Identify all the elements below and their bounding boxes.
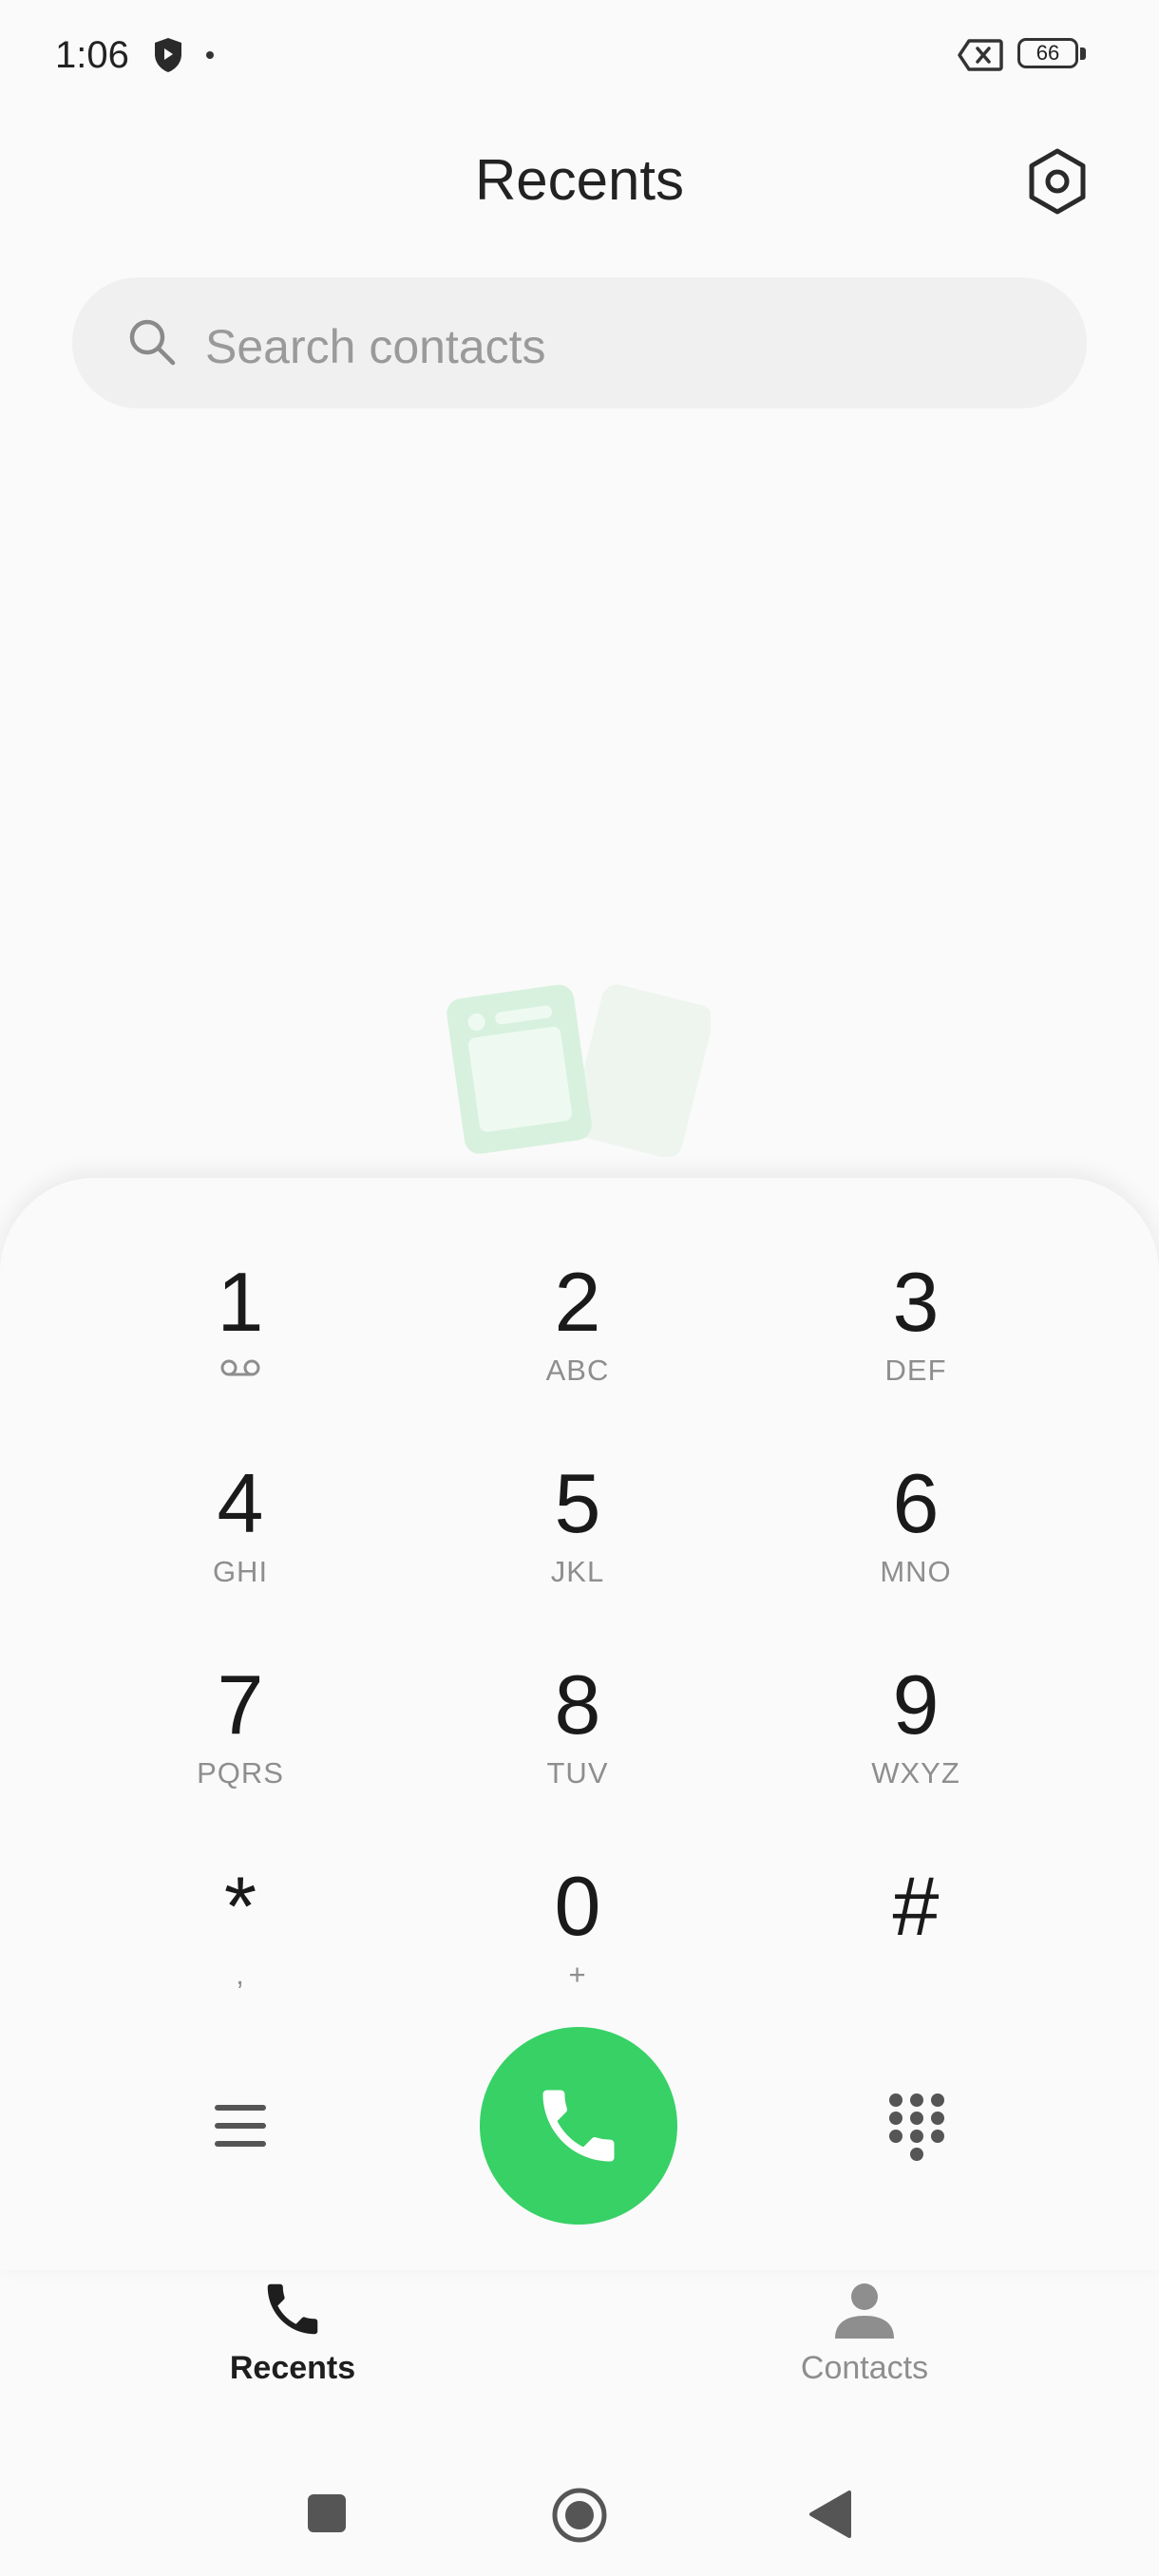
dialpad-key-1[interactable]: 1 [117, 1240, 364, 1430]
back-triangle-icon[interactable] [808, 2489, 853, 2540]
menu-icon[interactable] [211, 2099, 270, 2152]
recents-square-icon[interactable] [306, 2492, 348, 2534]
key-letters: , [236, 1958, 245, 1991]
key-digit: 1 [217, 1255, 264, 1349]
empty-recents-illustration [446, 984, 711, 1157]
dialer-screen: 1:06 66 Recents Search contacts 1 2 ABC … [0, 0, 1159, 2576]
key-letters: DEF [884, 1354, 947, 1387]
page-title: Recents [474, 148, 685, 212]
dialpad-key-0[interactable]: 0 + [454, 1844, 701, 2034]
key-digit: 4 [217, 1456, 264, 1550]
dialpad-key-hash[interactable]: # [792, 1844, 1039, 2034]
key-letters [792, 1958, 1039, 1992]
tab-recents[interactable]: Recents [150, 2276, 435, 2418]
search-icon [129, 319, 176, 366]
key-letters: + [568, 1958, 587, 1991]
shield-icon [155, 38, 181, 72]
search-input[interactable]: Search contacts [205, 319, 546, 374]
home-circle-icon[interactable] [551, 2487, 608, 2544]
tab-contacts[interactable]: Contacts [722, 2276, 1007, 2418]
dialpad-key-3[interactable]: 3 DEF [792, 1240, 1039, 1430]
dialpad-key-7[interactable]: 7 PQRS [117, 1642, 364, 1832]
dialpad-key-2[interactable]: 2 ABC [454, 1240, 701, 1430]
status-bar: 1:06 66 [0, 0, 1159, 114]
person-icon [835, 2283, 894, 2339]
dialpad-key-9[interactable]: 9 WXYZ [792, 1642, 1039, 1832]
status-time: 1:06 [55, 34, 129, 76]
key-letters: JKL [550, 1555, 605, 1588]
key-digit: 5 [554, 1456, 601, 1550]
key-letters: WXYZ [871, 1756, 960, 1790]
key-letters: MNO [880, 1555, 952, 1588]
key-letters: ABC [545, 1354, 610, 1387]
key-digit: 9 [892, 1657, 940, 1752]
key-digit: 7 [217, 1657, 264, 1752]
notification-dot [206, 51, 214, 59]
battery-level: 66 [1036, 41, 1060, 65]
settings-icon[interactable] [1024, 147, 1091, 216]
battery-icon: 66 [1017, 38, 1090, 72]
phone-icon [542, 2090, 615, 2162]
key-digit: 0 [554, 1859, 601, 1953]
key-letters: TUV [546, 1756, 609, 1790]
key-digit: 3 [892, 1255, 940, 1349]
dialpad-key-6[interactable]: 6 MNO [792, 1441, 1039, 1631]
dialpad-key-5[interactable]: 5 JKL [454, 1441, 701, 1631]
tab-label: Contacts [800, 2350, 929, 2386]
phone-icon [267, 2283, 318, 2335]
key-digit: # [892, 1859, 940, 1953]
key-digit: 2 [554, 1255, 601, 1349]
dialpad-key-8[interactable]: 8 TUV [454, 1642, 701, 1832]
search-bar[interactable]: Search contacts [72, 277, 1087, 408]
battery-tip [1080, 47, 1086, 60]
call-button[interactable] [480, 2027, 677, 2225]
voicemail-icon [220, 1359, 260, 1376]
key-digit: * [223, 1859, 257, 1953]
navigation-bar [0, 2451, 1159, 2576]
dialpad-icon[interactable] [887, 2092, 946, 2164]
key-letters: PQRS [197, 1756, 284, 1790]
key-digit: 6 [892, 1456, 940, 1550]
key-digit: 8 [554, 1657, 601, 1752]
tab-label: Recents [229, 2350, 356, 2386]
dialpad-key-star[interactable]: * , [117, 1844, 364, 2034]
dismiss-notification-icon [958, 39, 1003, 71]
key-letters: GHI [212, 1555, 269, 1588]
dialpad-key-4[interactable]: 4 GHI [117, 1441, 364, 1631]
